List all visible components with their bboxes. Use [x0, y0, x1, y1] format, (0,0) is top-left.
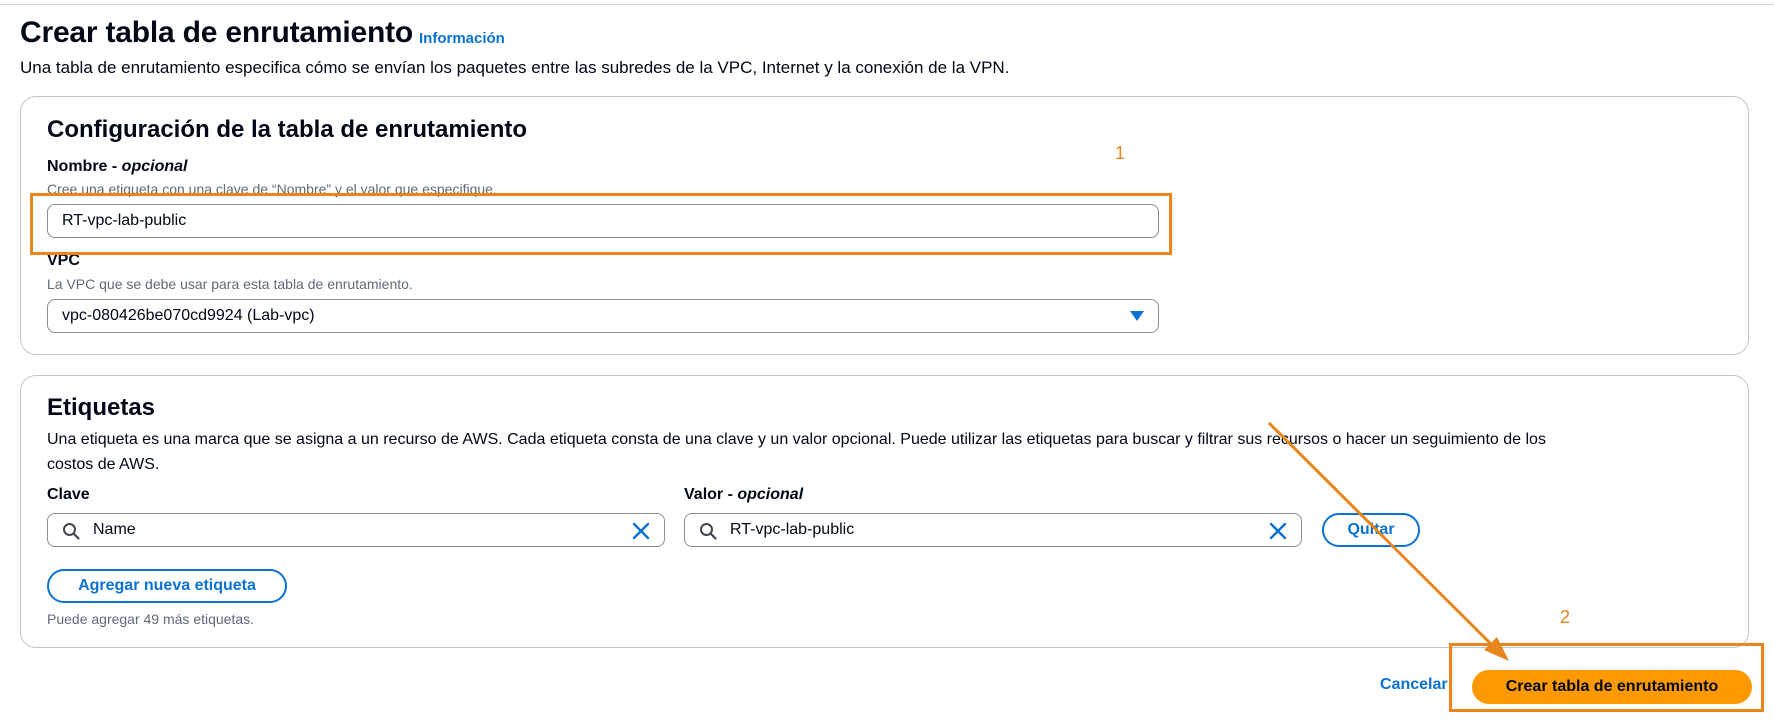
tag-value-input[interactable]: RT-vpc-lab-public: [684, 513, 1302, 547]
config-panel-title: Configuración de la tabla de enrutamient…: [47, 116, 528, 143]
caret-down-icon: [1130, 311, 1144, 321]
clear-icon[interactable]: [632, 522, 650, 540]
clear-icon[interactable]: [1269, 522, 1287, 540]
page-title: Crear tabla de enrutamiento: [20, 16, 414, 49]
add-tag-button[interactable]: Agregar nueva etiqueta: [47, 569, 287, 603]
annotation-highlight-create: [1449, 643, 1764, 712]
annotation-step-1: 1: [1115, 143, 1126, 163]
tag-key-label: Clave: [47, 486, 90, 503]
tags-panel: Etiquetas Una etiqueta es una marca que …: [20, 375, 1749, 648]
tags-remaining-hint: Puede agregar 49 más etiquetas.: [47, 611, 255, 627]
search-icon: [63, 523, 80, 540]
vpc-select[interactable]: vpc-080426be070cd9924 (Lab-vpc): [47, 299, 1159, 333]
vpc-hint: La VPC que se debe usar para esta tabla …: [47, 276, 413, 292]
annotation-highlight-name: [30, 193, 1172, 255]
tag-key-input[interactable]: Name: [47, 513, 665, 547]
tags-description: Una etiqueta es una marca que se asigna …: [47, 431, 1546, 473]
page-description: Una tabla de enrutamiento especifica cóm…: [20, 58, 1010, 77]
top-divider: [0, 4, 1774, 5]
annotation-step-2: 2: [1560, 607, 1571, 627]
name-label: Nombre - opcional: [47, 158, 188, 175]
cancel-button[interactable]: Cancelar: [1380, 676, 1448, 694]
remove-tag-button[interactable]: Quitar: [1322, 513, 1420, 547]
search-icon: [700, 523, 717, 540]
vpc-select-value: vpc-080426be070cd9924 (Lab-vpc): [62, 307, 315, 324]
tag-key-value: Name: [93, 521, 136, 538]
tag-value-label: Valor - opcional: [684, 486, 804, 503]
tags-panel-title: Etiquetas: [47, 394, 156, 421]
info-link[interactable]: Información: [419, 30, 505, 47]
tag-value-value: RT-vpc-lab-public: [730, 521, 855, 538]
